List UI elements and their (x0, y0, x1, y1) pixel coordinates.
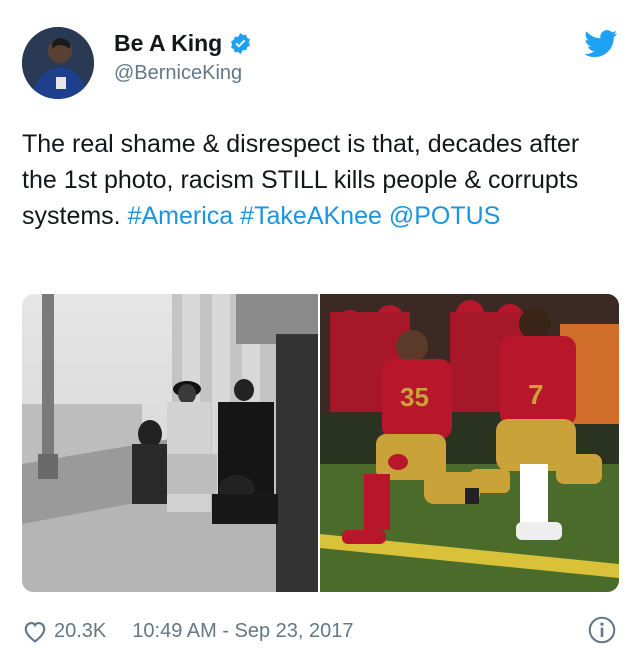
twitter-bird-icon[interactable] (584, 30, 618, 58)
jersey-number-7: 7 (528, 379, 544, 410)
historic-kneeling-photo[interactable] (22, 294, 318, 592)
tweet-timestamp[interactable]: 10:49 AM - Sep 23, 2017 (132, 620, 353, 643)
mention-potus[interactable]: @POTUS (389, 202, 501, 230)
user-name[interactable]: Be A King (114, 30, 222, 57)
hashtag-takeaknee[interactable]: #TakeAKnee (240, 202, 382, 230)
user-handle[interactable]: @BerniceKing (114, 62, 242, 85)
jersey-number-35: 35 (400, 382, 429, 412)
tweet-footer: 20.3K 10:49 AM - Sep 23, 2017 (22, 616, 619, 646)
like-count[interactable]: 20.3K (54, 620, 106, 643)
tweet-media[interactable]: 35 7 (22, 294, 619, 592)
info-icon[interactable] (588, 616, 616, 644)
hashtag-america[interactable]: #America (128, 202, 234, 230)
players-kneeling-photo[interactable]: 35 7 (320, 294, 619, 592)
heart-icon[interactable] (22, 619, 48, 643)
user-name-row[interactable]: Be A King (114, 30, 252, 57)
avatar[interactable] (22, 27, 94, 99)
verified-badge-icon (231, 32, 251, 55)
tweet-text: The real shame & disrespect is that, dec… (22, 126, 612, 234)
